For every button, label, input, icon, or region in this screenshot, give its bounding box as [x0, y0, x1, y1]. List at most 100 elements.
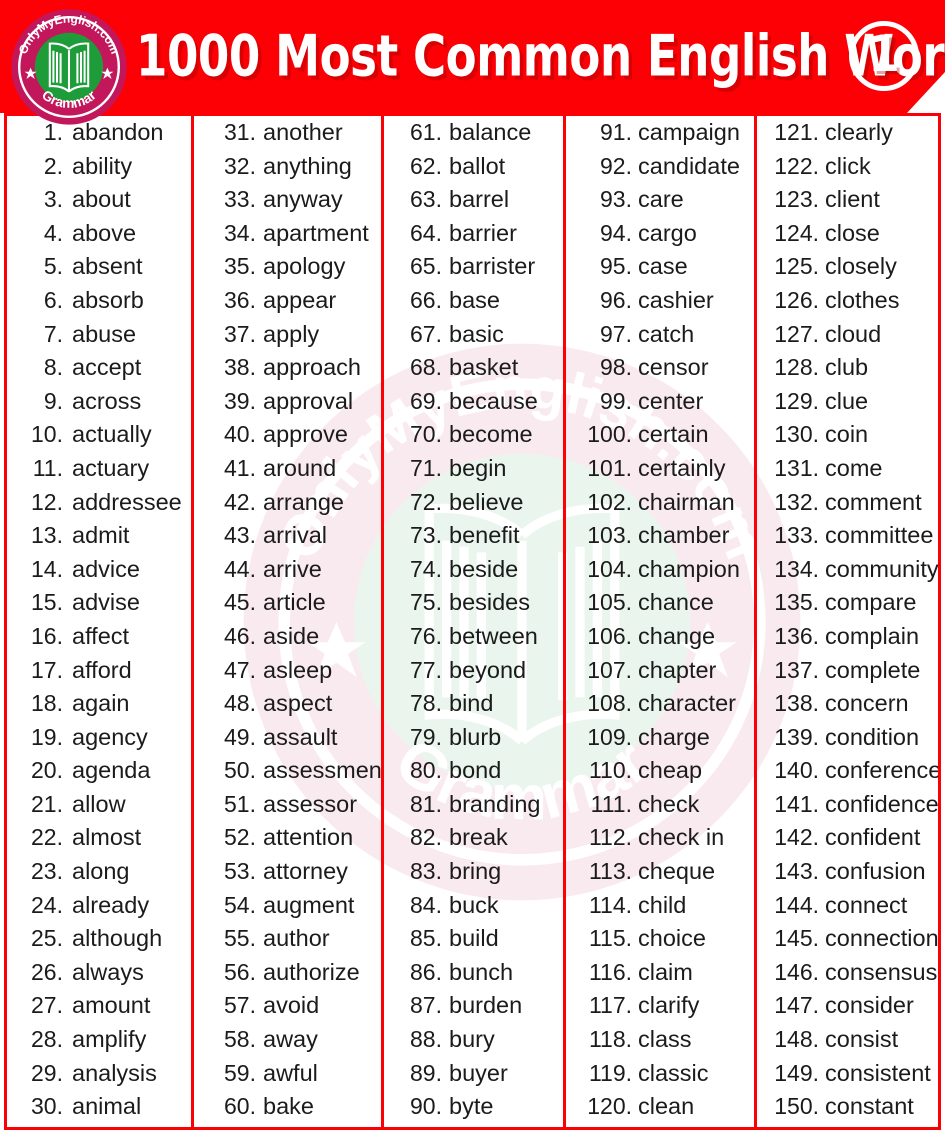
word-text: affect	[72, 622, 130, 649]
word-list-item: 79. blurb	[384, 724, 563, 758]
word-list-item: 133. committee	[757, 522, 938, 556]
word-list-item: 80. bond	[384, 757, 563, 791]
word-number: 68.	[410, 354, 442, 381]
word-number: 12.	[31, 488, 63, 515]
word-text: arrange	[263, 488, 344, 515]
word-number: 137.	[774, 656, 819, 683]
word-number: 24.	[31, 891, 63, 918]
word-text: bring	[449, 858, 502, 885]
word-list-item: 28. amplify	[7, 1026, 191, 1060]
word-number: 125.	[774, 253, 819, 280]
word-list-item: 141. confidence	[757, 791, 938, 825]
word-column-3: 61. balance 62. ballot 63. barrel 64. barrier 65…	[381, 116, 563, 1127]
word-text: conference	[825, 757, 938, 784]
word-text: again	[72, 690, 130, 717]
page-title: 1000 Most Common English Words	[136, 23, 945, 89]
word-text: censor	[638, 354, 709, 381]
word-text: apply	[263, 320, 320, 347]
word-number: 84.	[410, 891, 442, 918]
word-number: 90.	[410, 1093, 442, 1120]
word-number: 61.	[410, 119, 442, 145]
word-list-item: 36. appear	[194, 287, 381, 321]
word-text: anyway	[263, 186, 343, 213]
word-number: 81.	[410, 790, 442, 817]
word-column-4: 91. campaign 92. candidate 93. care 94. cargo 95…	[563, 116, 754, 1127]
word-number: 66.	[410, 286, 442, 313]
word-text: complain	[825, 622, 920, 649]
word-number: 123.	[774, 186, 819, 213]
word-list-item: 26. always	[7, 959, 191, 993]
word-number: 41.	[224, 454, 256, 481]
word-number: 48.	[224, 690, 256, 717]
word-number: 3.	[43, 186, 63, 213]
word-number: 121.	[774, 119, 819, 145]
word-number: 38.	[224, 354, 256, 381]
word-number: 34.	[224, 219, 256, 246]
word-number: 89.	[410, 1059, 442, 1086]
word-text: check	[638, 790, 700, 817]
word-number: 104.	[587, 555, 632, 582]
word-number: 97.	[600, 320, 632, 347]
word-number: 29.	[31, 1059, 63, 1086]
word-list-item: 143. confusion	[757, 858, 938, 892]
word-number: 36.	[224, 286, 256, 313]
word-list-grid: 1. abandon 2. ability 3. about 4. above 5. absent…	[4, 113, 941, 1130]
word-text: check in	[638, 824, 725, 851]
word-number: 76.	[410, 622, 442, 649]
word-list-item: 93. care	[566, 186, 754, 220]
word-text: barrister	[449, 253, 536, 280]
word-text: client	[825, 186, 880, 213]
word-text: branding	[449, 790, 541, 817]
word-text: already	[72, 891, 150, 918]
word-number: 126.	[774, 286, 819, 313]
word-text: comment	[825, 488, 922, 515]
word-number: 42.	[224, 488, 256, 515]
word-number: 5.	[43, 253, 63, 280]
word-number: 143.	[774, 858, 819, 885]
word-list-item: 100. certain	[566, 421, 754, 455]
word-text: break	[449, 824, 508, 851]
word-number: 53.	[224, 858, 256, 885]
word-number: 118.	[588, 1026, 632, 1053]
word-list-item: 59. awful	[194, 1060, 381, 1094]
word-text: consider	[825, 992, 914, 1019]
word-number: 86.	[410, 958, 442, 985]
word-text: burden	[449, 992, 523, 1019]
word-text: authorize	[263, 958, 360, 985]
word-number: 69.	[410, 387, 442, 414]
word-list-item: 126. clothes	[757, 287, 938, 321]
word-list-item: 99. center	[566, 388, 754, 422]
word-number: 58.	[224, 1026, 256, 1053]
word-list-item: 13. admit	[7, 522, 191, 556]
word-number: 133.	[774, 522, 819, 549]
word-number: 107.	[587, 656, 632, 683]
word-number: 135.	[774, 589, 819, 616]
word-list-item: 134. community	[757, 556, 938, 590]
word-list-item: 102. chairman	[566, 489, 754, 523]
word-number: 49.	[224, 723, 256, 750]
word-list-item: 120. clean	[566, 1093, 754, 1127]
word-text: analysis	[72, 1059, 157, 1086]
word-text: begin	[449, 454, 507, 481]
word-number: 95.	[600, 253, 632, 280]
word-list-item: 91. campaign	[566, 119, 754, 153]
word-text: because	[449, 387, 538, 414]
word-text: blurb	[449, 723, 502, 750]
word-text: believe	[449, 488, 524, 515]
word-list-item: 94. cargo	[566, 220, 754, 254]
word-list-item: 104. champion	[566, 556, 754, 590]
word-list-item: 137. complete	[757, 657, 938, 691]
word-text: claim	[638, 958, 693, 985]
word-number: 25.	[31, 925, 63, 952]
word-number: 70.	[410, 421, 442, 448]
word-list-item: 109. charge	[566, 724, 754, 758]
word-number: 32.	[224, 152, 256, 179]
word-number: 109.	[587, 723, 632, 750]
word-text: afford	[72, 656, 132, 683]
word-text: almost	[72, 824, 142, 851]
word-text: author	[263, 925, 330, 952]
word-list-item: 60. bake	[194, 1093, 381, 1127]
word-text: appear	[263, 286, 337, 313]
word-text: article	[263, 589, 326, 616]
word-list-item: 3. about	[7, 186, 191, 220]
